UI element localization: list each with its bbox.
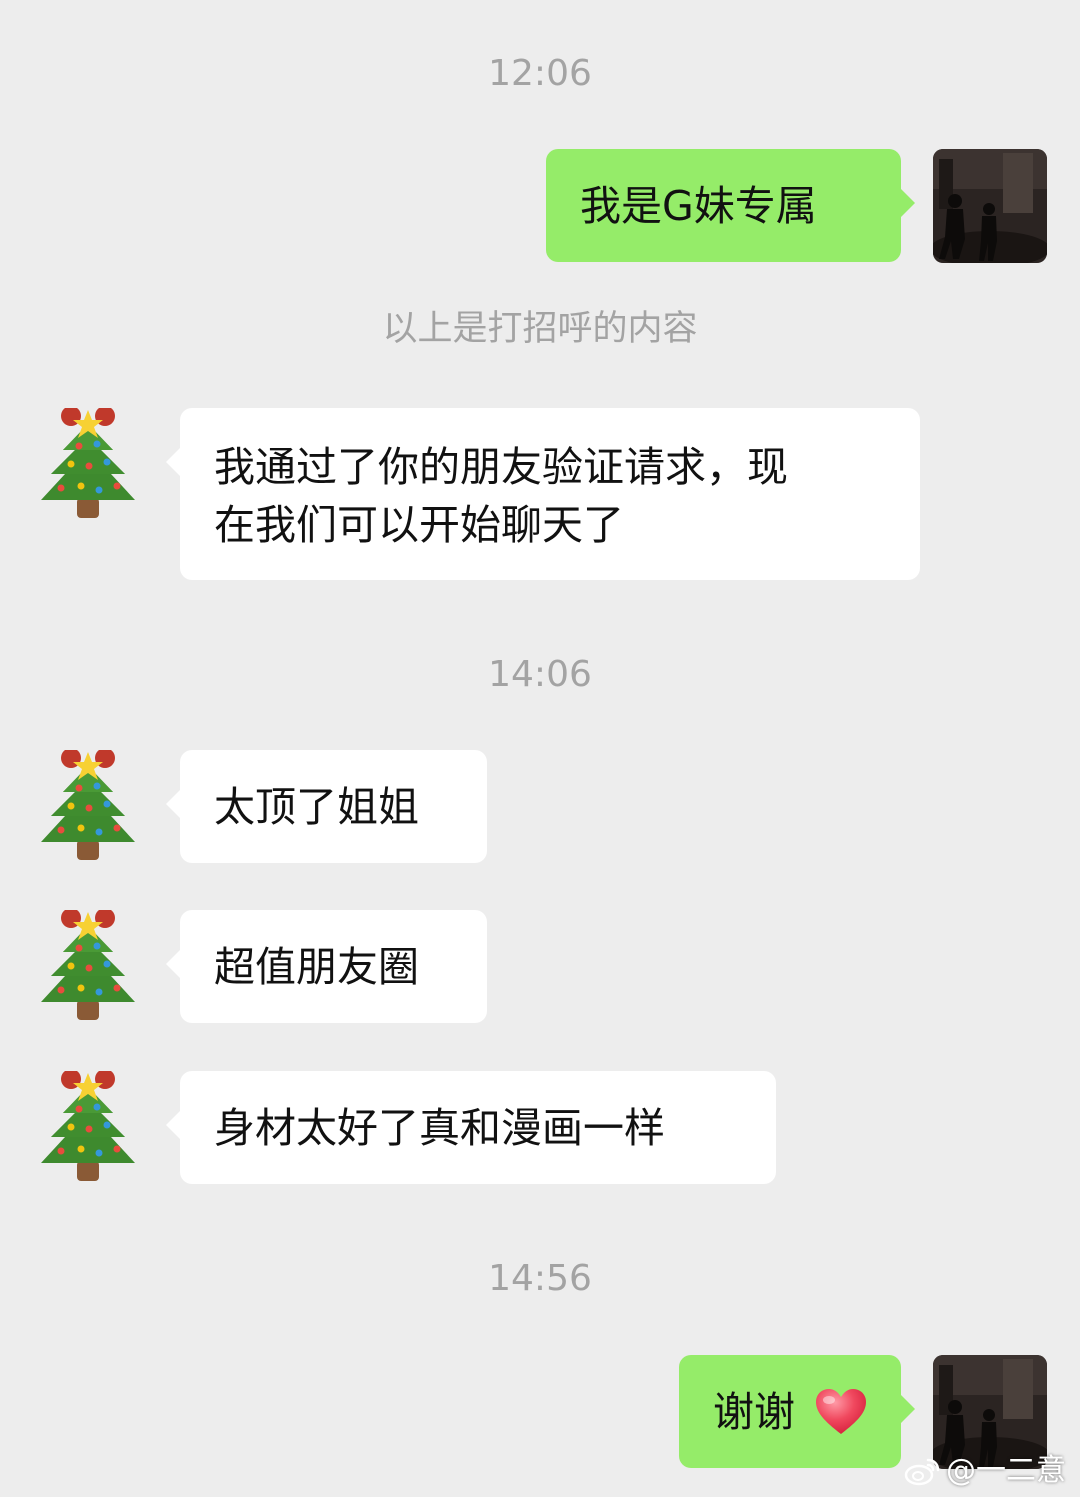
christmas-tree-icon xyxy=(31,910,145,1024)
system-note: 以上是打招呼的内容 xyxy=(382,309,698,349)
message-bubble-received[interactable]: 太顶了姐姐 xyxy=(166,750,487,863)
christmas-tree-icon xyxy=(31,408,145,522)
photo-avatar-icon xyxy=(933,1355,1047,1469)
christmas-tree-avatar[interactable] xyxy=(31,408,145,522)
message-text: 我通过了你的朋友验证请求，现 在我们可以开始聊天了 xyxy=(214,443,788,549)
bubble-tail xyxy=(166,788,182,820)
watermark-text: @一二意 xyxy=(946,1453,1066,1488)
bubble-tail xyxy=(899,1393,915,1425)
message-text: 我是G妹专属 xyxy=(580,182,817,230)
christmas-tree-icon xyxy=(31,1071,145,1185)
bubble-tail xyxy=(899,187,915,219)
bubble-tail xyxy=(166,1109,182,1141)
message-text: 超值朋友圈 xyxy=(214,943,419,991)
message-text: 谢谢 xyxy=(713,1388,795,1436)
watermark: @一二意 xyxy=(904,1453,1066,1489)
christmas-tree-icon xyxy=(31,750,145,864)
message-text: 太顶了姐姐 xyxy=(214,783,419,831)
red-heart-icon xyxy=(816,1389,867,1434)
timestamp: 14:56 xyxy=(488,1258,592,1299)
timestamp: 12:06 xyxy=(488,53,592,94)
christmas-tree-avatar[interactable] xyxy=(31,750,145,864)
message-bubble-received[interactable]: 我通过了你的朋友验证请求，现 在我们可以开始聊天了 xyxy=(166,408,920,580)
timestamp: 14:06 xyxy=(488,654,592,695)
message-bubble-received[interactable]: 身材太好了真和漫画一样 xyxy=(166,1071,776,1184)
message-bubble-sent[interactable]: 我是G妹专属 xyxy=(546,149,915,262)
photo-avatar[interactable] xyxy=(933,149,1047,263)
message-text: 身材太好了真和漫画一样 xyxy=(214,1104,665,1152)
weibo-icon xyxy=(904,1458,940,1486)
christmas-tree-avatar[interactable] xyxy=(31,910,145,1024)
christmas-tree-avatar[interactable] xyxy=(31,1071,145,1185)
message-bubble-received[interactable]: 超值朋友圈 xyxy=(166,910,487,1023)
photo-avatar-icon xyxy=(933,149,1047,263)
message-bubble-sent[interactable]: 谢谢 xyxy=(679,1355,915,1468)
bubble-tail xyxy=(166,446,182,478)
bubble-tail xyxy=(166,948,182,980)
photo-avatar[interactable] xyxy=(933,1355,1047,1469)
